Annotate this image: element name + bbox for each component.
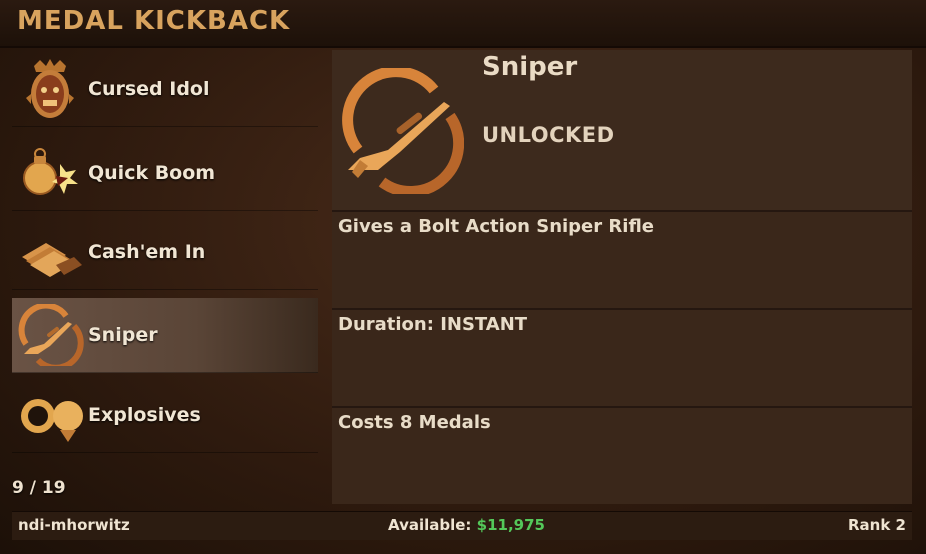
kickback-detail-panel: Sniper UNLOCKED Gives a Bolt Action Snip… (332, 50, 912, 504)
explosives-icon (21, 399, 83, 442)
status-footer: ndi-mhorwitz Available: $11,975 Rank 2 (12, 511, 912, 540)
sidebar-item-cursed-idol[interactable]: Cursed Idol (12, 52, 318, 127)
description-row: Gives a Bolt Action Sniper Rifle (332, 212, 912, 310)
player-rank: Rank 2 (848, 516, 906, 534)
available-amount: $11,975 (476, 516, 545, 534)
sidebar-item-explosives[interactable]: Explosives (12, 378, 318, 453)
sidebar-item-label: Quick Boom (88, 162, 216, 184)
description-text: Gives a Bolt Action Sniper Rifle (338, 216, 654, 237)
cost-text: Costs 8 Medals (338, 412, 491, 433)
sidebar-item-sniper[interactable]: Sniper (12, 298, 318, 373)
sidebar-item-label: Sniper (88, 324, 158, 346)
grenade-icon (23, 148, 78, 195)
detail-title: Sniper (482, 52, 578, 82)
game-window: MEDAL KICKBACK Cursed Idol Quick Boom Ca… (0, 0, 926, 554)
duration-text: Duration: INSTANT (338, 314, 528, 335)
cursed-idol-icon (26, 59, 74, 118)
sidebar-item-label: Cash'em In (88, 241, 206, 263)
kickback-list: Cursed Idol Quick Boom Cash'em In Sniper… (12, 52, 322, 498)
sniper-rifle-icon (18, 304, 84, 366)
page-indicator: 9 / 19 (12, 478, 66, 498)
cash-icon (22, 243, 82, 277)
sidebar-item-quick-boom[interactable]: Quick Boom (12, 136, 318, 211)
sidebar-item-label: Explosives (88, 404, 201, 426)
duration-row: Duration: INSTANT (332, 310, 912, 408)
username: ndi-mhorwitz (18, 516, 130, 534)
sidebar-item-cash-em-in[interactable]: Cash'em In (12, 215, 318, 290)
cost-row: Costs 8 Medals (332, 408, 912, 504)
available-funds: Available: $11,975 (388, 516, 545, 534)
title-bar: MEDAL KICKBACK (0, 0, 926, 48)
available-label: Available: (388, 516, 477, 534)
detail-header: Sniper UNLOCKED (332, 50, 912, 212)
sniper-rifle-icon (342, 68, 464, 194)
window-title: MEDAL KICKBACK (17, 6, 291, 36)
unlock-status: UNLOCKED (482, 123, 615, 147)
sidebar-item-label: Cursed Idol (88, 78, 210, 100)
